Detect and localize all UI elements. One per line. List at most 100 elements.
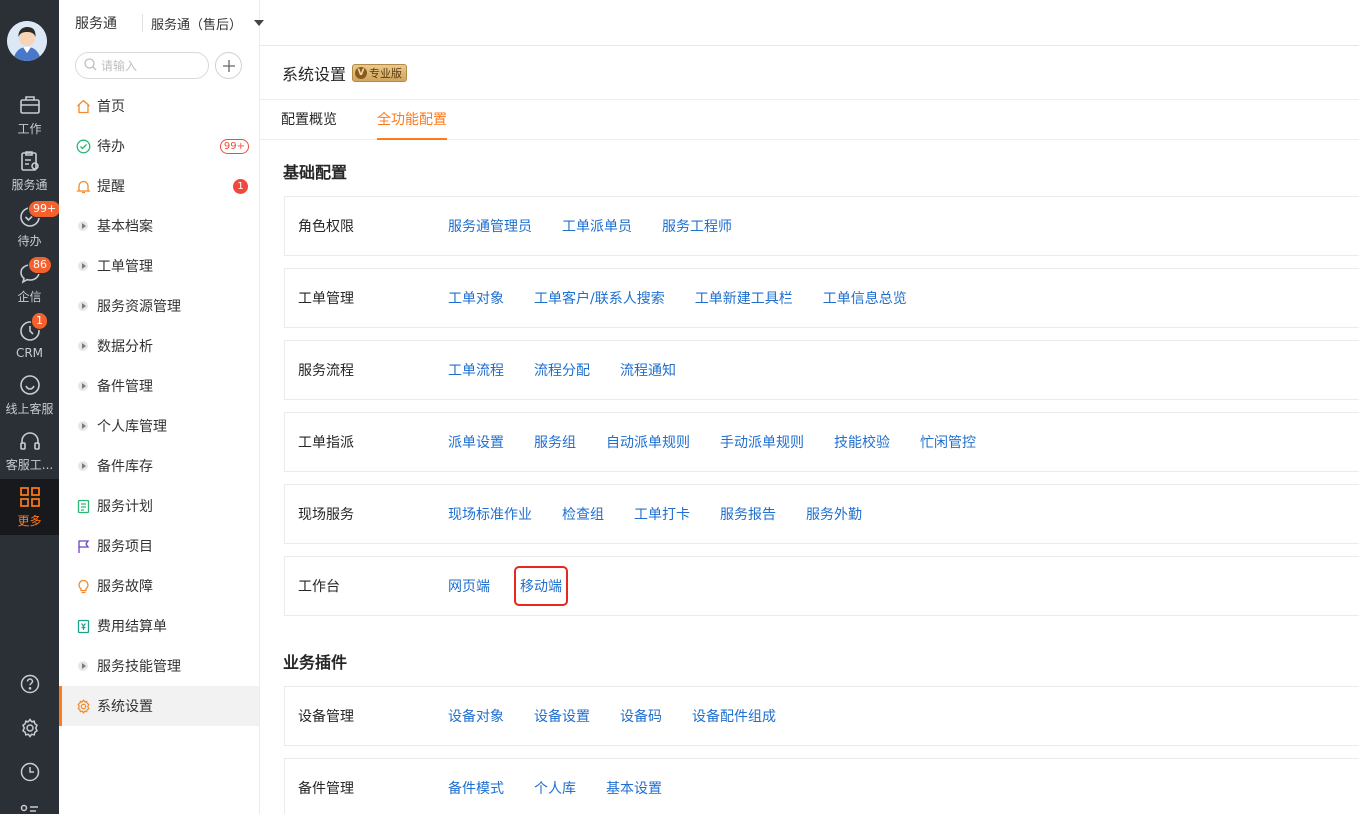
sidebar-item-todo[interactable]: 待办 99+ bbox=[59, 126, 259, 166]
sidebar-item-service-project[interactable]: 服务项目 bbox=[59, 526, 259, 566]
config-link[interactable]: 设备对象 bbox=[448, 706, 504, 726]
history-icon[interactable] bbox=[0, 757, 59, 787]
sidebar-item-expense-settlement[interactable]: 费用结算单 bbox=[59, 606, 259, 646]
bell-icon bbox=[75, 178, 91, 194]
rail-item-chat[interactable]: 企信 86 bbox=[0, 255, 59, 311]
config-link[interactable]: 工单打卡 bbox=[634, 504, 690, 524]
config-link[interactable]: 流程分配 bbox=[534, 360, 590, 380]
add-button[interactable] bbox=[215, 52, 242, 79]
sidebar-item-basic-archive[interactable]: 基本档案 bbox=[59, 206, 259, 246]
config-row-roles: 角色权限 服务通管理员 工单派单员 服务工程师 bbox=[284, 196, 1359, 256]
config-link[interactable]: 手动派单规则 bbox=[720, 432, 804, 452]
sidebar-item-label: 待办 bbox=[97, 139, 125, 155]
sidebar-item-label: 服务故障 bbox=[97, 579, 153, 595]
receipt-icon bbox=[75, 618, 91, 634]
vip-icon: V bbox=[355, 66, 368, 79]
sidebar: 服务通 首页 待办 99+ 提醒 1 基本档案 bbox=[59, 0, 260, 814]
section-title-plugins: 业务插件 bbox=[283, 653, 348, 672]
rail-item-service[interactable]: 服务通 bbox=[0, 143, 59, 199]
app-switcher[interactable]: 服务通（售后） bbox=[142, 14, 265, 33]
rail-label: 企信 bbox=[17, 290, 42, 304]
config-link[interactable]: 设备设置 bbox=[534, 706, 590, 726]
sidebar-item-data-analysis[interactable]: 数据分析 bbox=[59, 326, 259, 366]
config-row-field-service: 现场服务 现场标准作业 检查组 工单打卡 服务报告 服务外勤 bbox=[284, 484, 1359, 544]
config-link[interactable]: 工单流程 bbox=[448, 360, 504, 380]
sidebar-item-reminder[interactable]: 提醒 1 bbox=[59, 166, 259, 206]
config-row-dispatch: 工单指派 派单设置 服务组 自动派单规则 手动派单规则 技能校验 忙闲管控 bbox=[284, 412, 1359, 472]
config-row-name: 工作台 bbox=[298, 579, 340, 595]
config-row-name: 工单管理 bbox=[298, 291, 354, 307]
config-link[interactable]: 服务工程师 bbox=[662, 216, 732, 236]
check-circle-icon bbox=[75, 138, 91, 154]
config-link[interactable]: 工单新建工具栏 bbox=[695, 288, 793, 308]
config-link[interactable]: 工单派单员 bbox=[562, 216, 632, 236]
config-link[interactable]: 现场标准作业 bbox=[448, 504, 532, 524]
rail-item-work[interactable]: 工作 bbox=[0, 87, 59, 143]
config-link[interactable]: 忙闲管控 bbox=[920, 432, 976, 452]
chevron-down-icon bbox=[254, 20, 265, 26]
tab-full-config[interactable]: 全功能配置 bbox=[377, 99, 447, 140]
sidebar-item-label: 费用结算单 bbox=[97, 619, 167, 635]
sidebar-item-service-fault[interactable]: 服务故障 bbox=[59, 566, 259, 606]
config-row-service-flow: 服务流程 工单流程 流程分配 流程通知 bbox=[284, 340, 1359, 400]
config-link[interactable]: 自动派单规则 bbox=[606, 432, 690, 452]
config-link[interactable]: 工单客户/联系人搜索 bbox=[534, 288, 665, 308]
rail-item-online-service[interactable]: 线上客服 bbox=[0, 367, 59, 423]
app-switcher-label: 服务通（售后） bbox=[151, 17, 243, 33]
config-link[interactable]: 基本设置 bbox=[606, 778, 662, 798]
sidebar-item-spare-stock[interactable]: 备件库存 bbox=[59, 446, 259, 486]
config-link[interactable]: 流程通知 bbox=[620, 360, 676, 380]
config-link[interactable]: 设备配件组成 bbox=[692, 706, 776, 726]
rail-item-cs-workbench[interactable]: 客服工... bbox=[0, 423, 59, 479]
config-link-mobile[interactable]: 移动端 bbox=[514, 566, 568, 606]
rail-label: CRM bbox=[15, 345, 44, 360]
config-row-device: 设备管理 设备对象 设备设置 设备码 设备配件组成 bbox=[284, 686, 1359, 746]
sidebar-item-service-plan[interactable]: 服务计划 bbox=[59, 486, 259, 526]
sidebar-item-service-skill[interactable]: 服务技能管理 bbox=[59, 646, 259, 686]
smile-icon bbox=[18, 373, 42, 397]
sidebar-search-row bbox=[75, 52, 242, 79]
config-link[interactable]: 工单对象 bbox=[448, 288, 504, 308]
rail-label: 服务通 bbox=[11, 178, 48, 192]
sidebar-item-personal-library[interactable]: 个人库管理 bbox=[59, 406, 259, 446]
pro-badge-label: 专业版 bbox=[369, 66, 403, 80]
config-link[interactable]: 个人库 bbox=[534, 778, 576, 798]
config-link[interactable]: 派单设置 bbox=[448, 432, 504, 452]
document-icon bbox=[75, 498, 91, 514]
rail-item-todo[interactable]: 待办 99+ bbox=[0, 199, 62, 255]
rail-item-crm[interactable]: CRM 1 bbox=[0, 311, 59, 367]
config-link[interactable]: 服务外勤 bbox=[806, 504, 862, 524]
page-title: 系统设置 bbox=[282, 64, 347, 84]
sidebar-item-label: 服务项目 bbox=[97, 539, 153, 555]
search-box bbox=[75, 52, 209, 79]
grid-icon bbox=[18, 485, 42, 509]
config-link[interactable]: 服务通管理员 bbox=[448, 216, 532, 236]
rail-item-more[interactable]: 更多 bbox=[0, 479, 59, 535]
config-link[interactable]: 工单信息总览 bbox=[823, 288, 907, 308]
sidebar-item-label: 首页 bbox=[97, 99, 125, 115]
avatar[interactable] bbox=[7, 21, 47, 61]
gear-icon[interactable] bbox=[0, 713, 59, 743]
rail-label: 工作 bbox=[17, 122, 42, 136]
config-link[interactable]: 设备码 bbox=[620, 706, 662, 726]
caret-icon bbox=[75, 338, 91, 354]
config-link[interactable]: 技能校验 bbox=[834, 432, 890, 452]
sidebar-item-spare-parts[interactable]: 备件管理 bbox=[59, 366, 259, 406]
config-link[interactable]: 服务报告 bbox=[720, 504, 776, 524]
sidebar-item-label: 系统设置 bbox=[97, 699, 153, 715]
sidebar-item-label: 备件库存 bbox=[97, 459, 153, 475]
caret-icon bbox=[75, 418, 91, 434]
sidebar-item-service-resource[interactable]: 服务资源管理 bbox=[59, 286, 259, 326]
config-link[interactable]: 备件模式 bbox=[448, 778, 504, 798]
sidebar-item-system-settings[interactable]: 系统设置 bbox=[59, 686, 259, 726]
help-icon[interactable] bbox=[0, 669, 59, 699]
config-link-web[interactable]: 网页端 bbox=[448, 576, 490, 596]
sidebar-item-work-order[interactable]: 工单管理 bbox=[59, 246, 259, 286]
app-name: 服务通 bbox=[75, 16, 117, 32]
sidebar-item-home[interactable]: 首页 bbox=[59, 86, 259, 126]
list-icon[interactable] bbox=[0, 798, 59, 814]
tab-overview[interactable]: 配置概览 bbox=[281, 99, 337, 139]
search-input[interactable] bbox=[101, 58, 201, 73]
config-link[interactable]: 检查组 bbox=[562, 504, 604, 524]
config-link[interactable]: 服务组 bbox=[534, 432, 576, 452]
